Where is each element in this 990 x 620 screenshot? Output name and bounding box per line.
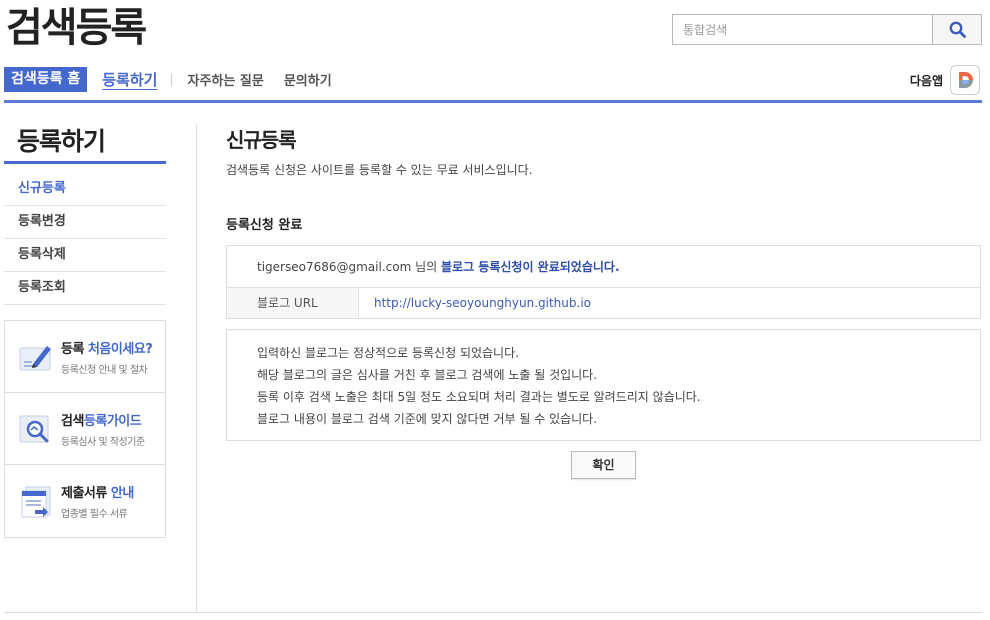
sidebar-menu: 신규등록 등록변경 등록삭제 등록조회 xyxy=(4,173,166,305)
promo-title-highlight: 안내 xyxy=(110,486,134,501)
site-logo[interactable]: 검색등록 xyxy=(6,4,147,52)
result-box: tigerseo7686@gmail.com 님의 블로그 등록신청이 완료되었… xyxy=(226,245,981,319)
promo-title-plain: 등록 xyxy=(61,341,88,357)
url-label: 블로그 URL xyxy=(227,288,359,318)
sidebar-title: 등록하기 xyxy=(17,127,106,156)
magnify-guide-icon xyxy=(19,415,49,442)
sidebar-item-lookup[interactable]: 등록조회 xyxy=(4,272,166,305)
daum-app-label: 다음앱 xyxy=(909,73,943,88)
pen-card-icon xyxy=(19,345,51,370)
promo-documents-title: 제출서류 안내 xyxy=(61,482,134,501)
nav-separator: | xyxy=(169,72,174,86)
promo-title-plain: 검색 xyxy=(61,413,84,429)
footer-divider xyxy=(4,612,982,613)
sidebar-item-delete[interactable]: 등록삭제 xyxy=(4,239,166,272)
promo-first-time-title: 등록 처음이세요? xyxy=(61,338,153,357)
result-url-row: 블로그 URL http://lucky-seoyounghyun.github… xyxy=(227,288,980,318)
promo-title-plain: 제출서류 xyxy=(61,486,111,501)
sidebar-item-change[interactable]: 등록변경 xyxy=(4,206,166,239)
notice-line: 블로그 내용이 블로그 검색 기준에 맞지 않다면 거부 될 수 있습니다. xyxy=(257,412,598,426)
result-message: tigerseo7686@gmail.com 님의 블로그 등록신청이 완료되었… xyxy=(227,246,980,288)
notice-box: 입력하신 블로그는 정상적으로 등록신청 되었습니다. 해당 블로그의 글은 심… xyxy=(226,329,981,441)
document-stack-icon xyxy=(21,486,51,518)
promo-first-time[interactable]: 등록 처음이세요? 등록신청 안내 및 절차 xyxy=(5,321,165,393)
nav-home[interactable]: 검색등록 홈 xyxy=(4,66,88,92)
result-email: tigerseo7686@gmail.com xyxy=(257,260,412,274)
promo-guide-sub: 등록심사 및 작성기준 xyxy=(61,436,145,448)
promo-guide-title: 검색등록가이드 xyxy=(61,410,145,429)
search-input[interactable] xyxy=(673,15,932,44)
search-icon xyxy=(949,21,966,38)
sidebar-promo-box: 등록 처음이세요? 등록신청 안내 및 절차 검색등록가이드 등록심사 및 작성… xyxy=(4,320,166,538)
result-suffix: 님의 xyxy=(411,260,441,274)
daum-app-link[interactable]: 다음앱 xyxy=(910,65,980,95)
promo-guide-text: 검색등록가이드 등록심사 및 작성기준 xyxy=(61,410,145,448)
nav-faq[interactable]: 자주하는 질문 xyxy=(188,70,264,89)
nav-contact[interactable]: 문의하기 xyxy=(284,70,332,89)
page-title: 신규등록 xyxy=(226,128,297,152)
column-divider xyxy=(196,124,197,612)
notice-line: 해당 블로그의 글은 심사를 거친 후 블로그 검색에 노출 될 것입니다. xyxy=(257,368,598,382)
promo-title-highlight: 등록가이드 xyxy=(83,413,142,429)
confirm-button[interactable]: 확인 xyxy=(571,451,636,479)
promo-documents[interactable]: 제출서류 안내 업종별 필수 서류 xyxy=(5,465,165,537)
sidebar-item-new[interactable]: 신규등록 xyxy=(4,173,166,206)
notice-line: 등록 이후 검색 노출은 최대 5일 정도 소요되며 처리 결과는 별도로 알려… xyxy=(257,390,701,404)
promo-guide[interactable]: 검색등록가이드 등록심사 및 작성기준 xyxy=(5,393,165,465)
promo-first-time-text: 등록 처음이세요? 등록신청 안내 및 절차 xyxy=(61,338,153,376)
main-content: 신규등록 검색등록 신청은 사이트를 등록할 수 있는 무료 서비스입니다. 등… xyxy=(226,124,982,479)
sidebar: 등록하기 신규등록 등록변경 등록삭제 등록조회 xyxy=(4,118,166,305)
promo-first-time-sub: 등록신청 안내 및 절차 xyxy=(61,364,148,376)
search-button[interactable] xyxy=(932,15,981,44)
section-title: 등록신청 완료 xyxy=(226,218,303,233)
promo-documents-sub: 업종별 필수 서류 xyxy=(61,509,128,520)
sidebar-title-bar xyxy=(4,161,166,164)
daum-d-icon[interactable] xyxy=(950,65,980,95)
notice-line: 입력하신 블로그는 정상적으로 등록신청 되었습니다. xyxy=(257,346,519,360)
promo-documents-text: 제출서류 안내 업종별 필수 서류 xyxy=(61,482,134,520)
url-value[interactable]: http://lucky-seoyounghyun.github.io xyxy=(359,288,591,318)
search-box xyxy=(672,14,982,45)
page-description: 검색등록 신청은 사이트를 등록할 수 있는 무료 서비스입니다. xyxy=(226,163,533,177)
promo-title-highlight: 처음이세요? xyxy=(87,341,153,357)
result-done-text: 블로그 등록신청이 완료되었습니다. xyxy=(440,260,620,274)
nav-register[interactable]: 등록하기 xyxy=(102,69,157,90)
header-divider xyxy=(4,100,982,103)
confirm-wrap: 확인 xyxy=(226,451,981,479)
top-nav: 검색등록 홈 등록하기 | 자주하는 질문 문의하기 xyxy=(4,66,352,92)
